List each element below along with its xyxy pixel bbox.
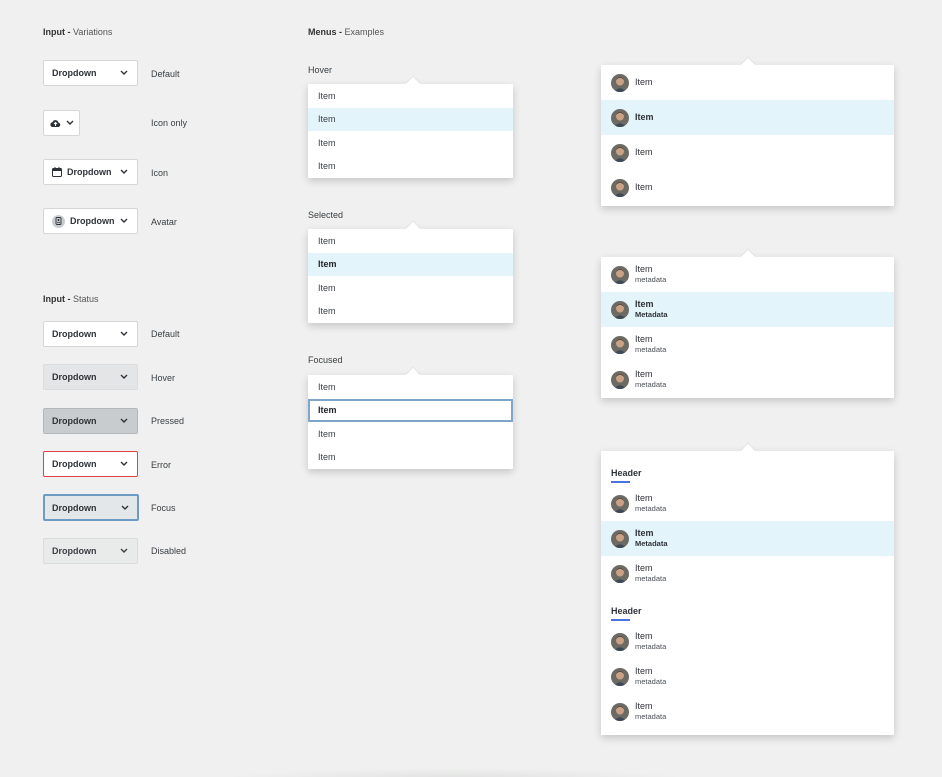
list-item[interactable]: Item metadata [601,362,894,397]
group-header: Header [601,451,894,486]
menu-label-selected: Selected [308,210,344,220]
chevron-down-icon [119,459,129,469]
status-label: Focus [151,503,176,513]
menu-avatar: Item Item Item Item [601,57,894,206]
menu-item[interactable]: Item [308,276,513,300]
menu-item-selected[interactable]: Item [308,252,513,276]
chevron-down-icon [120,503,130,513]
status-label: Hover [151,373,176,383]
dropdown-status-hover[interactable]: Dropdown [43,364,138,390]
menu-item[interactable]: Item [308,375,513,399]
chevron-down-icon [119,372,129,382]
avatar [611,265,629,284]
avatar [611,73,629,92]
chevron-down-icon [119,329,129,339]
avatar [611,667,629,686]
calendar-icon [52,167,62,177]
menu-focused: Item Item Item Item [308,367,513,470]
list-item[interactable]: Item metadata [601,694,894,729]
avatar-icon [52,214,65,228]
variation-label: Default [151,69,180,79]
dropdown-default[interactable]: Dropdown [43,60,138,86]
dropdown-icon-only[interactable] [43,110,80,136]
variation-label: Icon [151,168,169,178]
variations-title: Input - Variations [43,27,113,37]
bottom-shadow [220,768,690,777]
chevron-down-icon [66,118,74,128]
avatar [611,702,629,721]
variation-label: Icon only [151,118,188,128]
menu-item-focused[interactable]: Item [308,398,513,422]
dropdown-status-error[interactable]: Dropdown [43,451,138,477]
variation-label: Avatar [151,217,177,227]
group-header: Header [601,591,894,624]
status-title: Input - Status [43,294,99,304]
list-item[interactable]: Item [601,135,894,170]
list-item[interactable]: Item metadata [601,624,894,659]
list-item[interactable]: Item [601,65,894,100]
menus-title: Menus - Examples [308,27,385,37]
dropdown-status-pressed[interactable]: Dropdown [43,408,138,434]
menu-item[interactable]: Item [308,155,513,179]
menu-item[interactable]: Item [308,446,513,470]
avatar [611,494,629,513]
dropdown-with-icon[interactable]: Dropdown [43,159,138,185]
avatar [611,108,629,127]
avatar [611,632,629,651]
list-item[interactable]: Item metadata [601,257,894,292]
avatar [611,370,629,389]
dropdown-with-avatar[interactable]: Dropdown [43,208,138,234]
chevron-down-icon [119,68,129,78]
avatar [611,178,629,197]
chevron-down-icon [119,416,129,426]
list-item[interactable]: Item metadata [601,556,894,591]
dropdown-status-focus[interactable]: Dropdown [43,494,139,521]
menu-label-focused: Focused [308,355,343,365]
menu-selected: Item Item Item Item [308,221,513,324]
status-label: Disabled [151,546,187,556]
chevron-down-icon [119,167,129,177]
avatar [611,529,629,548]
list-item[interactable]: Item metadata [601,659,894,694]
dropdown-status-default[interactable]: Dropdown [43,321,138,347]
menu-item[interactable]: Item [308,422,513,446]
avatar [611,564,629,583]
chevron-down-icon [119,546,129,556]
menu-item[interactable]: Item [308,131,513,155]
avatar [611,335,629,354]
list-item[interactable]: Item [601,170,894,205]
menu-metadata: Item metadata Item Metadata Item metadata I… [601,249,894,398]
avatar [611,143,629,162]
menu-item-hovered[interactable]: Item [308,107,513,131]
cloud-upload-icon [50,119,61,128]
list-item-selected[interactable]: Item Metadata [601,521,894,556]
list-item-selected[interactable]: Item [601,100,894,135]
menu-grouped: Header Item metadata Item Metadata Item met… [601,443,894,735]
avatar [611,300,629,319]
dropdown-status-disabled: Dropdown [43,538,138,564]
status-label: Default [151,329,180,339]
list-item[interactable]: Item metadata [601,486,894,521]
menu-item[interactable]: Item [308,229,513,253]
list-item-selected[interactable]: Item Metadata [601,292,894,327]
list-item[interactable]: Item metadata [601,327,894,362]
status-label: Error [151,460,171,470]
menu-item[interactable]: Item [308,300,513,324]
status-label: Pressed [151,416,185,426]
menu-label-hover: Hover [308,65,333,75]
menu-hover: Item Item Item Item [308,76,513,179]
menu-item[interactable]: Item [308,84,513,108]
chevron-down-icon [119,216,129,226]
